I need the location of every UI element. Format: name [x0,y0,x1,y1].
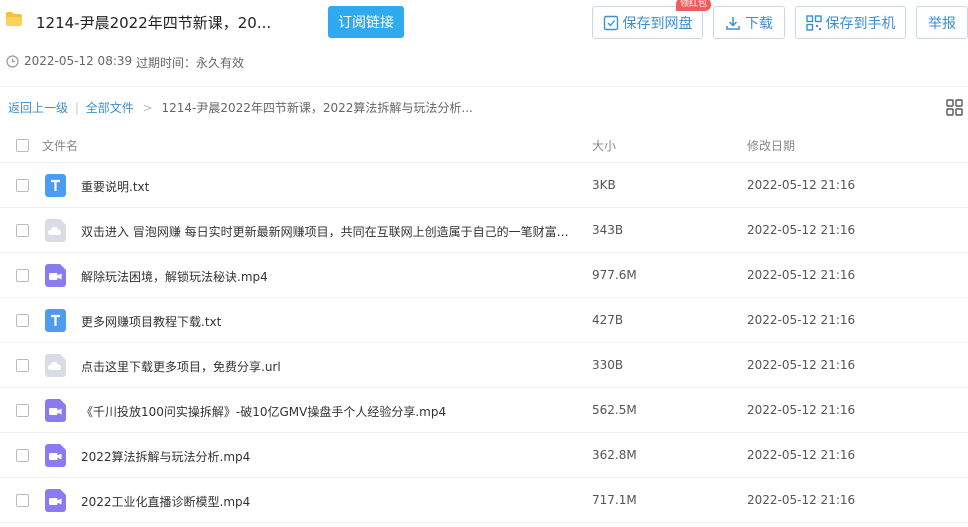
row-checkbox[interactable] [16,494,29,507]
file-size: 343B [592,223,624,237]
url-icon [45,219,66,242]
header: 1214-尹晨2022年四节新课，20... 订阅链接 保存到网盘 领红包 下载… [0,0,968,44]
column-header-date[interactable]: 修改日期 [747,137,795,154]
column-header-name[interactable]: 文件名 [42,137,78,154]
file-size: 427B [592,313,624,327]
subscribe-button[interactable]: 订阅链接 [328,6,404,38]
file-size: 717.1M [592,493,637,507]
row-checkbox[interactable] [16,404,29,417]
divider [0,86,968,87]
file-date: 2022-05-12 21:16 [747,448,856,462]
file-name[interactable]: 《千川投放100问实操拆解》-破10亿GMV操盘手个人经验分享.mp4 [81,403,446,420]
table-row[interactable]: 2022工业化直播诊断模型.mp4 717.1M 2022-05-12 21:1… [0,478,968,523]
grid-view-icon[interactable] [946,99,963,116]
file-date: 2022-05-12 21:16 [747,403,856,417]
save-to-phone-button[interactable]: 保存到手机 [795,6,906,39]
txt-icon [45,309,66,332]
breadcrumb-pipe: | [74,101,79,115]
folder-icon [6,12,22,26]
table-row[interactable]: 更多网赚项目教程下载.txt 427B 2022-05-12 21:16 [0,298,968,343]
row-checkbox[interactable] [16,359,29,372]
report-button[interactable]: 举报 [916,6,968,39]
share-title: 1214-尹晨2022年四节新课，20... [36,14,272,32]
video-icon [45,489,66,512]
file-size: 977.6M [592,268,637,282]
download-label: 下载 [745,15,773,32]
table-header: 文件名 大小 修改日期 [0,127,968,163]
url-icon [45,354,66,377]
download-icon [726,16,740,30]
clock-icon [6,55,19,68]
video-icon [45,399,66,422]
red-packet-badge[interactable]: 领红包 [676,0,712,11]
file-name[interactable]: 2022工业化直播诊断模型.mp4 [81,493,250,510]
table-row[interactable]: 2022算法拆解与玩法分析.mp4 362.8M 2022-05-12 21:1… [0,433,968,478]
download-button[interactable]: 下载 [713,6,785,39]
select-all-checkbox[interactable] [16,139,29,152]
expire-time: 过期时间：永久有效 [136,56,245,70]
table-row[interactable]: 《千川投放100问实操拆解》-破10亿GMV操盘手个人经验分享.mp4 562.… [0,388,968,433]
save-label: 保存到网盘 [622,15,693,32]
row-checkbox[interactable] [16,224,29,237]
row-checkbox[interactable] [16,314,29,327]
share-date: 2022-05-12 08:39 [24,54,133,68]
table-row[interactable]: 重要说明.txt 3KB 2022-05-12 21:16 [0,163,968,208]
breadcrumb: 返回上一级 | 全部文件 > 1214-尹晨2022年四节新课，2022算法拆解… [8,99,473,116]
breadcrumb-back-link[interactable]: 返回上一级 [8,101,68,115]
file-name[interactable]: 更多网赚项目教程下载.txt [81,313,221,330]
file-date: 2022-05-12 21:16 [747,313,856,327]
file-size: 362.8M [592,448,637,462]
txt-icon [45,174,66,197]
file-size: 330B [592,358,624,372]
file-date: 2022-05-12 21:16 [747,223,856,237]
file-date: 2022-05-12 21:16 [747,178,856,192]
share-meta: 2022-05-12 08:39 过期时间：永久有效 [0,52,968,70]
file-date: 2022-05-12 21:16 [747,493,856,507]
file-name[interactable]: 解除玩法困境，解锁玩法秘诀.mp4 [81,268,268,285]
file-size: 562.5M [592,403,637,417]
file-list: 重要说明.txt 3KB 2022-05-12 21:16 双击进入 冒泡网赚 … [0,163,968,523]
file-name[interactable]: 双击进入 冒泡网赚 每日实时更新最新网赚项目，共同在互联网上创造属于自己的一笔财… [81,223,571,240]
table-row[interactable]: 点击这里下载更多项目，免费分享.url 330B 2022-05-12 21:1… [0,343,968,388]
file-date: 2022-05-12 21:16 [747,358,856,372]
row-checkbox[interactable] [16,269,29,282]
breadcrumb-all-files-link[interactable]: 全部文件 [86,101,134,115]
save-phone-label: 保存到手机 [825,15,896,32]
file-size: 3KB [592,178,616,192]
qrcode-icon [805,14,822,31]
row-checkbox[interactable] [16,449,29,462]
table-row[interactable]: 解除玩法困境，解锁玩法秘诀.mp4 977.6M 2022-05-12 21:1… [0,253,968,298]
file-name[interactable]: 2022算法拆解与玩法分析.mp4 [81,448,250,465]
table-row[interactable]: 双击进入 冒泡网赚 每日实时更新最新网赚项目，共同在互联网上创造属于自己的一笔财… [0,208,968,253]
file-date: 2022-05-12 21:16 [747,268,856,282]
save-icon [603,15,618,30]
file-name[interactable]: 点击这里下载更多项目，免费分享.url [81,358,281,375]
breadcrumb-separator: > [142,101,153,115]
breadcrumb-current: 1214-尹晨2022年四节新课，2022算法拆解与玩法分析... [161,101,473,115]
file-name[interactable]: 重要说明.txt [81,178,149,195]
video-icon [45,264,66,287]
video-icon [45,444,66,467]
column-header-size[interactable]: 大小 [592,137,616,154]
row-checkbox[interactable] [16,179,29,192]
